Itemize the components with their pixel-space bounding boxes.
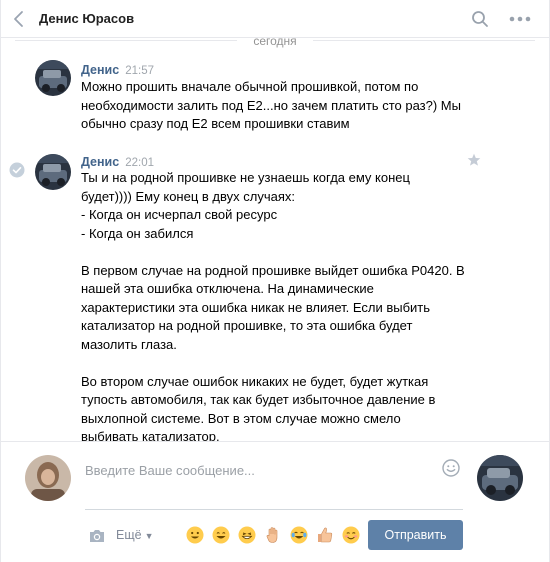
emoji-thumbs-up[interactable] (316, 526, 334, 544)
chat-window: Денис Юрасов сегодня Денис 21:57 Можно п… (0, 0, 550, 562)
emoji-beaming[interactable] (238, 526, 256, 544)
message-time: 22:01 (125, 157, 154, 169)
chat-title[interactable]: Денис Юрасов (39, 11, 134, 26)
emoji-joy[interactable] (290, 526, 308, 544)
more-icon[interactable] (509, 12, 531, 26)
emoji-blush[interactable] (342, 526, 360, 544)
message-composer: Ещё▼ Отправить (1, 441, 549, 562)
chevron-down-icon: ▼ (144, 531, 154, 541)
emoji-raised-hand[interactable] (264, 526, 282, 544)
message-text: Можно прошить вначале обычной прошивкой,… (81, 79, 461, 131)
message-input[interactable] (85, 460, 425, 480)
avatar[interactable] (35, 60, 71, 96)
my-avatar[interactable] (25, 455, 71, 501)
more-attach-button[interactable]: Ещё ▼ (116, 528, 154, 542)
send-button[interactable]: Отправить (368, 520, 463, 550)
camera-icon[interactable] (88, 528, 106, 544)
chat-header: Денис Юрасов (1, 0, 549, 38)
input-underline (85, 509, 463, 510)
emoji-grin[interactable] (212, 526, 230, 544)
back-icon[interactable] (11, 10, 27, 28)
emoji-smile[interactable] (186, 526, 204, 544)
message-author[interactable]: Денис 21:57 (81, 63, 154, 77)
avatar[interactable] (35, 154, 71, 190)
select-check-icon[interactable] (9, 162, 25, 178)
date-label: сегодня (253, 34, 297, 48)
message-text: Ты и на родной прошивке не узнаешь когда… (81, 170, 465, 444)
smile-icon[interactable] (442, 459, 460, 477)
star-icon[interactable] (467, 153, 481, 167)
peer-avatar[interactable] (477, 455, 523, 501)
message-author[interactable]: Денис 22:01 (81, 155, 154, 169)
message-time: 21:57 (125, 65, 154, 77)
date-divider: сегодня (1, 34, 549, 52)
search-icon[interactable] (471, 10, 489, 28)
